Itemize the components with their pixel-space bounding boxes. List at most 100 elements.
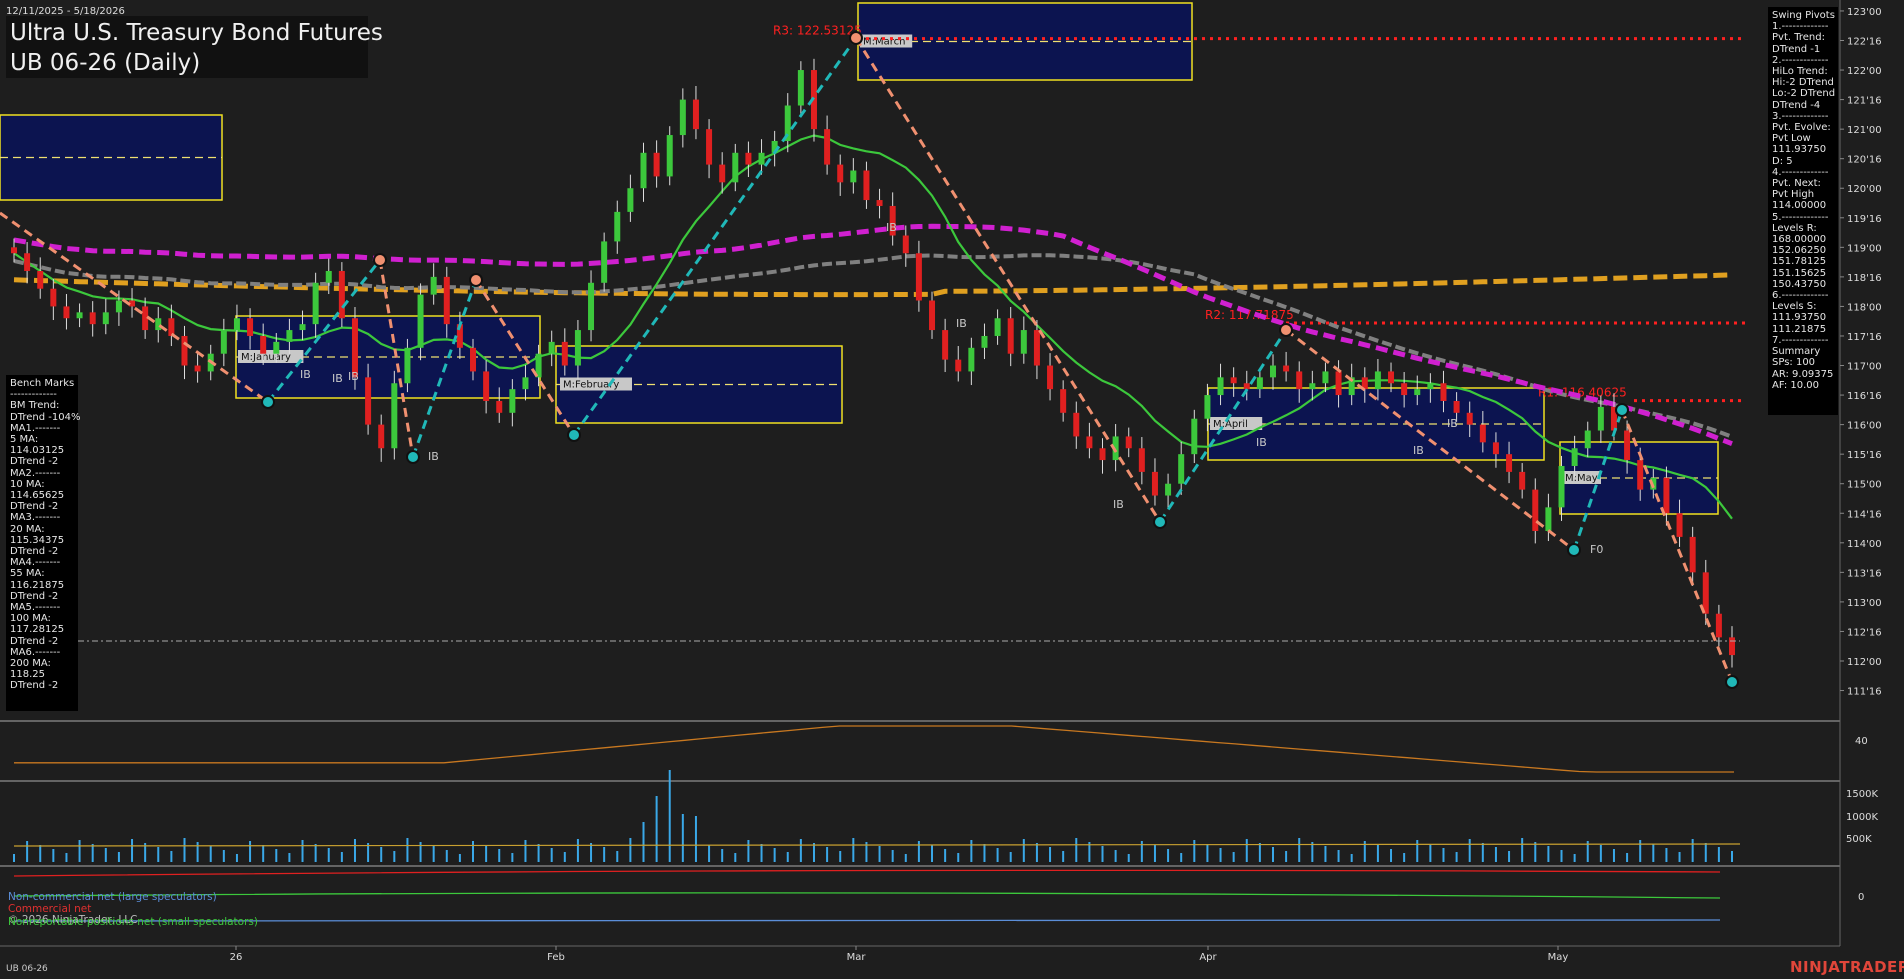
candle-body [286,330,293,342]
candle-body [247,318,254,336]
bench-panel-line: ------------- [10,389,57,401]
candle-body [483,371,490,401]
swing-panel-line: Pvt. Next: [1772,178,1821,190]
swing-panel-line: 152.06250 [1772,245,1827,257]
swing-panel-line: SPs: 100 [1772,357,1816,369]
candle-body [1558,465,1565,508]
y-tick-label: 120'00 [1847,184,1882,195]
price-chart[interactable]: 123'00 122'16 122'00 121'16 121'00 120'16 120'… [0,0,1904,979]
bench-panel-line: MA6.------- [10,646,61,658]
candle-body [706,129,713,165]
candle-body [1178,454,1185,484]
candle-body [194,365,201,372]
candle-body [719,164,726,183]
swing-panel-line: 111.93750 [1772,144,1827,156]
volume-tick-label: 500K [1846,834,1872,845]
y-tick-label: 114'16 [1847,509,1882,520]
candle-body [915,253,922,301]
swing-panel-line: D: 5 [1772,155,1793,167]
candle-body [155,318,162,331]
swing-panel-line: Pvt. Trend: [1772,32,1825,44]
bench-panel-line: DTrend -2 [10,501,59,513]
candle-body [509,389,516,413]
candle-body [653,152,660,177]
bench-panel-line: 20 MA: [10,523,45,535]
candle-body [1060,389,1067,413]
candle-body [1165,483,1172,496]
ib-marker: IB [332,372,343,385]
bench-panel-line: 114.65625 [10,490,65,502]
swing-panel-line: 7.------------- [1772,334,1829,346]
candle-body [1729,637,1735,656]
candle-body [1637,460,1644,490]
candle-body [1230,377,1237,384]
swing-line [854,37,1162,523]
cot-tick-label: 0 [1858,892,1864,903]
candle-body [955,359,962,372]
candle-body [76,312,83,319]
swing-panel-line: 168.00000 [1772,234,1827,246]
candle-body [1479,424,1486,443]
candle-body [1125,436,1132,449]
ib-marker: IB [1447,417,1458,430]
cot-noncommercial-label: Non-commercial net (large speculators) [8,891,217,903]
ib-marker: IB [1256,436,1267,449]
cot-noncommercial-line [13,917,1721,922]
candle-body [640,152,647,189]
monthly-box-label: M:February [560,377,632,391]
candle-body [11,247,17,254]
candle-body [1663,477,1670,514]
x-tick-label: Feb [547,952,565,963]
y-tick-label: 111'16 [1847,687,1882,698]
y-tick-label: 112'16 [1847,627,1882,638]
candle-body [1243,383,1250,390]
candle-body [1073,412,1080,437]
candle-body [1702,572,1709,614]
bench-panel-line: DTrend -104% [10,411,81,423]
candle-body [1217,377,1224,396]
bench-panel-line: DTrend -2 [10,546,59,558]
panel2-tick-label: 40 [1855,736,1868,747]
swing-pivot-marker [373,253,387,267]
candle-body [548,341,555,354]
candle-body [1676,513,1683,537]
candle-body [443,276,450,325]
pivot-level-label: R3: 122.53125 [773,24,862,38]
oscillator-line [14,725,1734,773]
candle-body [1597,406,1604,431]
swing-panel-line: DTrend -4 [1772,99,1821,111]
candle-body [351,318,358,378]
candle-body [666,135,673,177]
y-tick-label: 119'16 [1847,214,1882,225]
y-tick-label: 117'00 [1847,362,1882,373]
candle-body [627,188,634,212]
x-tick-label: May [1548,952,1569,963]
bench-panel-line: 116.21875 [10,579,65,591]
swing-pivot-marker [406,450,420,464]
bench-panel-line: Bench Marks [10,378,75,389]
candle-body [1099,448,1106,461]
swing-pivot-marker [1567,543,1581,557]
chart-subtitle: UB 06-26 (Daily) [10,50,201,76]
bench-panel-line: MA1.------- [10,422,61,434]
y-tick-label: 119'00 [1847,243,1882,254]
volume-tick-label: 1000K [1846,812,1878,823]
candle-body [168,318,175,336]
candle-body [233,318,240,331]
swing-pivot-marker [1725,675,1739,689]
candle-body [1283,365,1290,372]
cot-commercial-line [13,869,1721,877]
bench-panel-line: MA2.------- [10,467,61,479]
swing-panel-line: 150.43750 [1772,278,1827,290]
bench-panel-line: DTrend -2 [10,456,59,468]
bench-panel-line: DTrend -2 [10,590,59,602]
y-tick-label: 118'16 [1847,273,1882,284]
swing-panel-line: HiLo Trend: [1772,66,1828,78]
candle-body [1453,400,1460,413]
cot-nonreportable-line [13,892,1721,899]
candle-body [824,129,831,165]
candle-body [1532,489,1539,531]
candle-body [496,400,503,413]
candle-body [692,99,699,130]
candle-body [430,276,437,295]
